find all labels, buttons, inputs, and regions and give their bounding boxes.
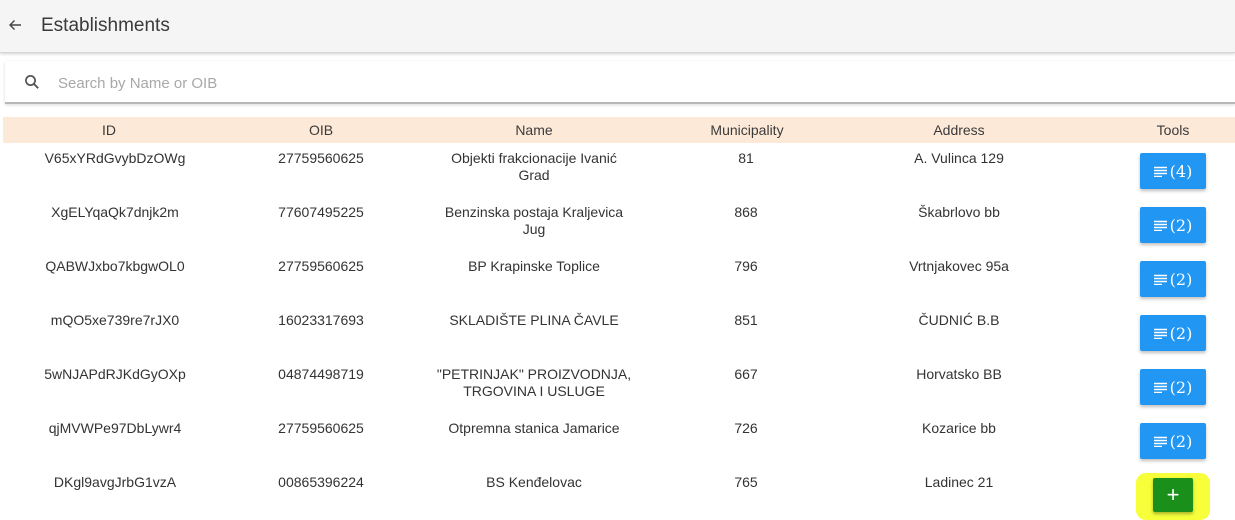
- list-icon: [1153, 166, 1167, 177]
- cell-municipality: 667: [734, 366, 758, 382]
- table-row[interactable]: DKgl9avgJrbG1vzA 00865396224 BS Kenđelov…: [0, 474, 1235, 520]
- cell-municipality: 851: [734, 312, 758, 328]
- cell-address: Horvatsko BB: [916, 366, 1002, 382]
- tools-button[interactable]: (2): [1140, 261, 1206, 297]
- cell-id: mQO5xe739re7rJX0: [50, 312, 180, 328]
- cell-oib: 27759560625: [278, 420, 364, 436]
- search-input[interactable]: [58, 70, 1158, 96]
- cell-municipality: 81: [738, 150, 754, 166]
- tools-count: (2): [1169, 269, 1193, 289]
- cell-oib: 04874498719: [278, 366, 364, 382]
- table-row[interactable]: 5wNJAPdRJKdGyOXp 04874498719 "PETRINJAK"…: [0, 366, 1235, 420]
- cell-municipality: 726: [734, 420, 758, 436]
- cell-name: Otpremna stanica Jamarice: [448, 420, 620, 436]
- cell-address: Kozarice bb: [922, 420, 996, 436]
- column-header-address[interactable]: Address: [933, 122, 984, 138]
- cell-id: DKgl9avgJrbG1vzA: [53, 474, 177, 490]
- cell-oib: 77607495225: [278, 204, 364, 220]
- cell-oib: 16023317693: [278, 312, 364, 328]
- table-row[interactable]: QABWJxbo7kbgwOL0 27759560625 BP Krapinsk…: [0, 258, 1235, 312]
- cell-id: V65xYRdGvybDzOWg: [44, 150, 186, 166]
- cell-id: 5wNJAPdRJKdGyOXp: [44, 366, 186, 382]
- table-row[interactable]: qjMVWPe97DbLywr4 27759560625 Otpremna st…: [0, 420, 1235, 474]
- column-header-oib[interactable]: OIB: [309, 122, 333, 138]
- back-button[interactable]: [6, 16, 24, 34]
- tools-button[interactable]: (2): [1140, 207, 1206, 243]
- cell-oib: 27759560625: [278, 150, 364, 166]
- page-title: Establishments: [41, 15, 170, 36]
- cell-address: Vrtnjakovec 95a: [909, 258, 1009, 274]
- cell-municipality: 868: [734, 204, 758, 220]
- table-row[interactable]: V65xYRdGvybDzOWg 27759560625 Objekti fra…: [0, 150, 1235, 204]
- cell-name: Objekti frakcionacije Ivanić Grad: [451, 150, 617, 183]
- cell-address: ČUDNIĆ B.B: [918, 312, 1000, 328]
- table-header: ID OIB Name Municipality Address Tools: [3, 117, 1235, 143]
- tools-count: (2): [1169, 377, 1193, 397]
- table-row[interactable]: mQO5xe739re7rJX0 16023317693 SKLADIŠTE P…: [0, 312, 1235, 366]
- cell-name: Benzinska postaja Kraljevica Jug: [444, 204, 624, 237]
- app-bar: Establishments: [0, 0, 1235, 53]
- cell-oib: 27759560625: [278, 258, 364, 274]
- cell-name: SKLADIŠTE PLINA ČAVLE: [449, 312, 619, 328]
- list-icon: [1153, 274, 1167, 285]
- cell-id: qjMVWPe97DbLywr4: [48, 420, 182, 436]
- column-header-tools: Tools: [1156, 122, 1190, 138]
- cell-address: A. Vulinca 129: [914, 150, 1004, 166]
- tools-button[interactable]: (2): [1140, 423, 1206, 459]
- list-icon: [1153, 382, 1167, 393]
- cell-address: Ladinec 21: [924, 474, 994, 490]
- column-header-name[interactable]: Name: [515, 122, 552, 138]
- cell-oib: 00865396224: [278, 474, 364, 490]
- tools-count: (2): [1169, 431, 1193, 451]
- list-icon: [1153, 436, 1167, 447]
- tools-count: (2): [1169, 323, 1193, 343]
- column-header-id[interactable]: ID: [102, 122, 116, 138]
- table-row[interactable]: XgELYqaQk7dnjk2m 77607495225 Benzinska p…: [0, 204, 1235, 258]
- arrow-left-icon: [9, 20, 21, 30]
- cell-name: "PETRINJAK" PROIZVODNJA, TRGOVINA I USLU…: [436, 366, 632, 399]
- cell-municipality: 796: [734, 258, 758, 274]
- cell-id: QABWJxbo7kbgwOL0: [45, 258, 185, 274]
- tools-count: (2): [1169, 215, 1193, 235]
- add-tool-button[interactable]: +: [1153, 478, 1193, 512]
- cell-id: XgELYqaQk7dnjk2m: [51, 204, 179, 220]
- cell-name: BS Kenđelovac: [486, 474, 582, 490]
- tools-button[interactable]: (2): [1140, 369, 1206, 405]
- cell-municipality: 765: [734, 474, 758, 490]
- tools-count: (4): [1169, 161, 1193, 181]
- search-icon: [25, 75, 39, 89]
- cell-name: BP Krapinske Toplice: [468, 258, 600, 274]
- cell-address: Škabrlovo bb: [918, 204, 1000, 220]
- list-icon: [1153, 220, 1167, 231]
- tools-button[interactable]: (2): [1140, 315, 1206, 351]
- list-icon: [1153, 328, 1167, 339]
- tools-button[interactable]: (4): [1140, 153, 1206, 189]
- search-bar: [5, 61, 1235, 104]
- column-header-municipality[interactable]: Municipality: [710, 122, 783, 138]
